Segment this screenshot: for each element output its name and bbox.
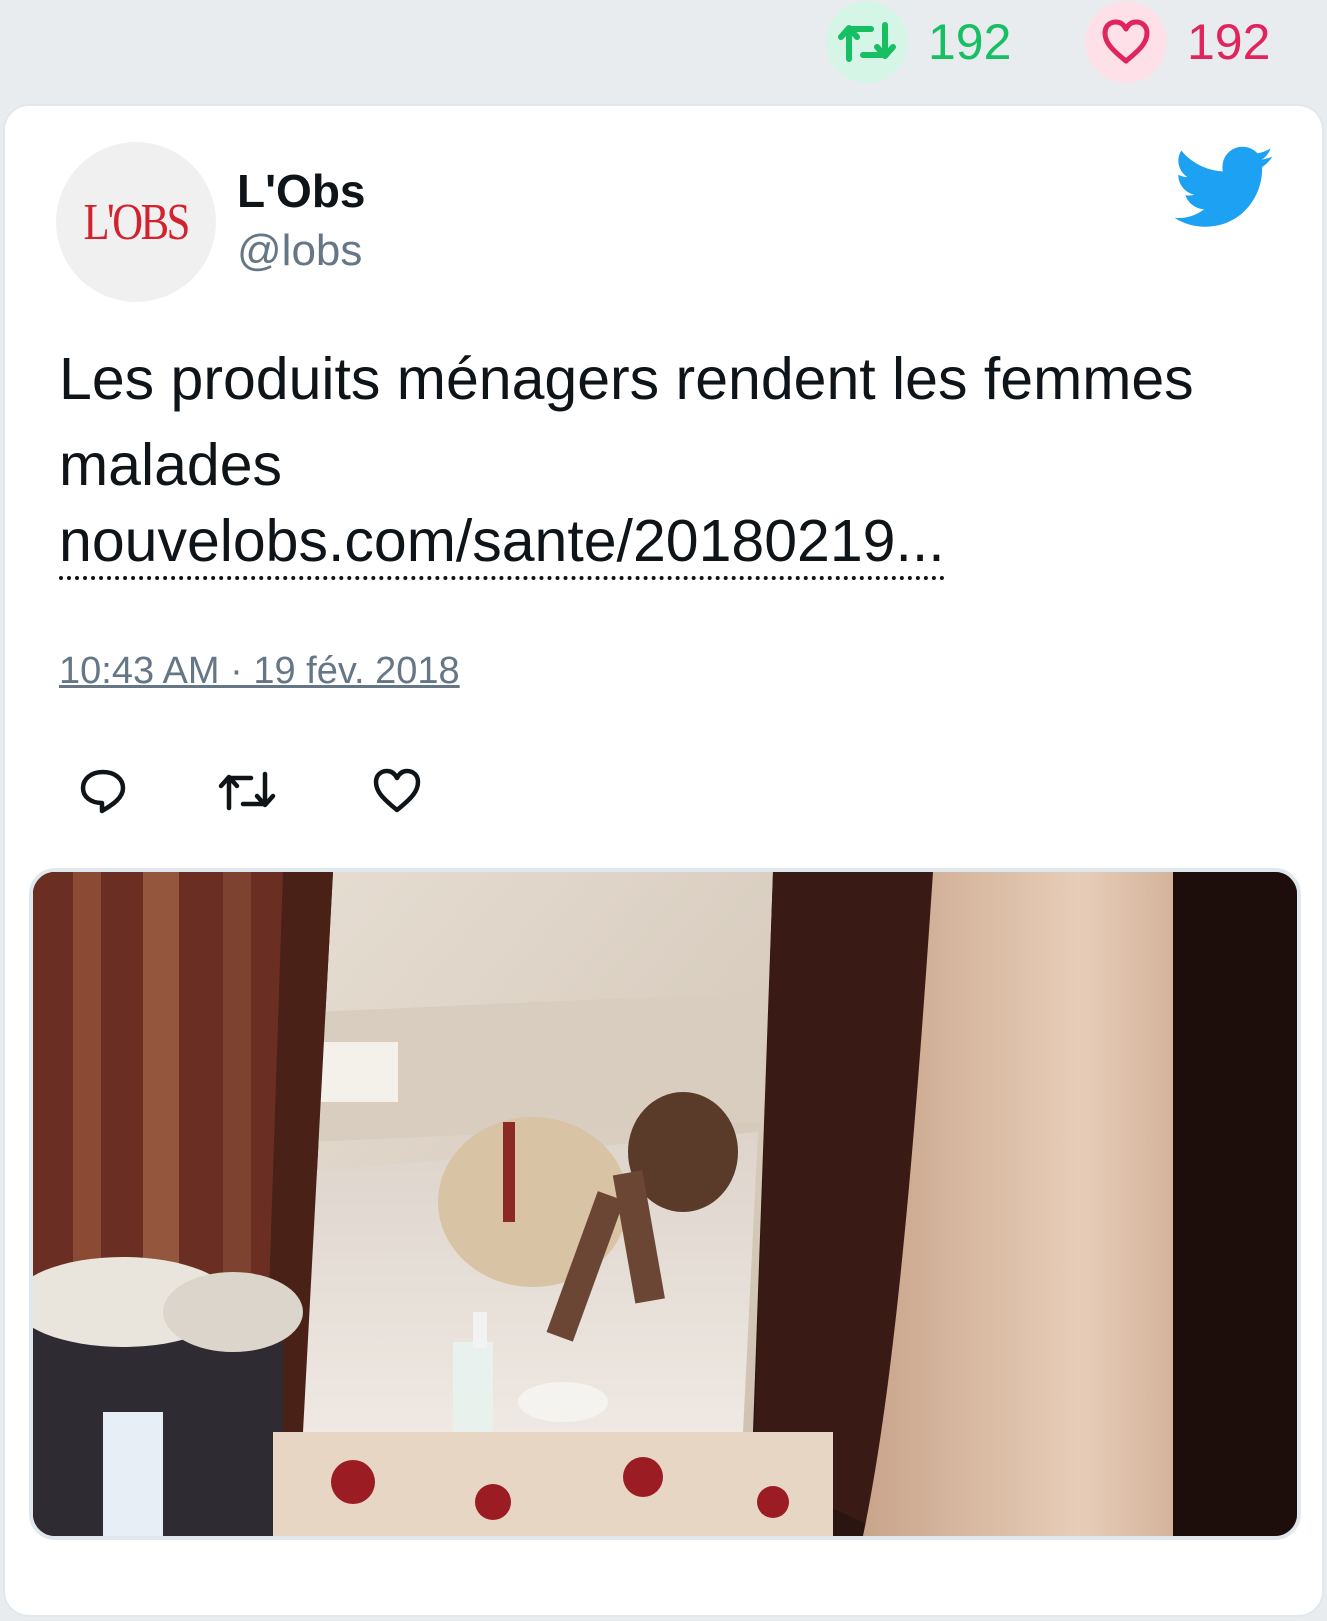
heart-icon [1085,1,1167,83]
retweet-count: 192 [928,14,1012,70]
reply-icon[interactable] [73,761,133,821]
twitter-bird-icon[interactable] [1174,146,1275,230]
engagement-stats: 192 192 [0,0,1327,100]
author-name[interactable]: L'Obs [237,164,366,218]
like-stat[interactable]: 192 [1085,0,1270,84]
tweet-card[interactable]: L'OBS L'Obs @lobs Les produits ménagers … [3,104,1324,1617]
avatar[interactable]: L'OBS [56,142,216,302]
retweet-stat[interactable]: 192 [826,0,1011,84]
retweet-action-icon[interactable] [217,761,277,821]
like-count: 192 [1187,14,1271,70]
tweet-link[interactable]: nouvelobs.com/sante/20180219... [59,506,945,580]
retweet-icon [826,1,908,83]
like-action-icon[interactable] [367,761,427,821]
avatar-logo-text: L'OBS [83,193,191,251]
tweet-media-image[interactable] [29,868,1301,1540]
author-handle[interactable]: @lobs [237,226,362,276]
tweet-timestamp[interactable]: 10:43 AM · 19 fév. 2018 [59,650,460,693]
photo-housekeeper-cleaning-floor [33,872,1297,1536]
tweet-text: Les produits ménagers rendent les femmes… [59,346,1194,498]
